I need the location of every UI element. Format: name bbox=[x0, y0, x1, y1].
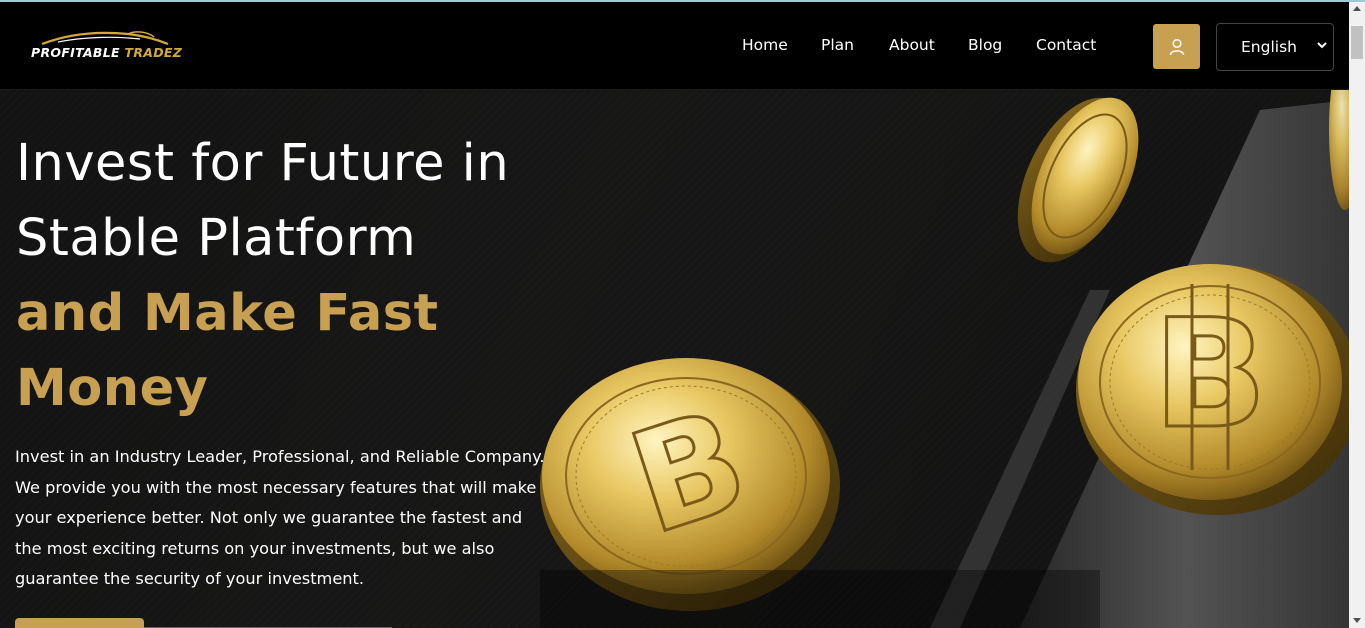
hero-cta-button[interactable] bbox=[15, 618, 144, 628]
page-scrollbar[interactable] bbox=[1349, 2, 1365, 628]
account-button[interactable] bbox=[1153, 24, 1200, 69]
language-select[interactable]: English bbox=[1216, 23, 1334, 71]
language-select-value: English bbox=[1241, 38, 1297, 56]
hero-title-line-4: Money bbox=[16, 359, 209, 418]
site-logo[interactable]: PROFITABLE TRADEZ bbox=[28, 28, 182, 66]
logo-text: PROFITABLE TRADEZ bbox=[31, 45, 183, 60]
nav-home[interactable]: Home bbox=[742, 36, 788, 54]
scroll-up-arrow-icon[interactable] bbox=[1353, 6, 1361, 11]
chevron-down-icon bbox=[1317, 42, 1327, 49]
nav-blog[interactable]: Blog bbox=[968, 36, 1002, 54]
nav-plan[interactable]: Plan bbox=[821, 36, 854, 54]
hero-title-line-2: Stable Platform bbox=[16, 209, 417, 268]
hero-title: Invest for Future in Stable Platform and… bbox=[16, 126, 509, 426]
nav-about[interactable]: About bbox=[889, 36, 935, 54]
scroll-down-arrow-icon[interactable] bbox=[1353, 618, 1361, 623]
hero-description: Invest in an Industry Leader, Profession… bbox=[15, 447, 545, 589]
hero-title-line-3: and Make Fast bbox=[16, 284, 439, 343]
nav-contact[interactable]: Contact bbox=[1036, 36, 1096, 54]
svg-text:B: B bbox=[1153, 288, 1267, 462]
hero-title-line-1: Invest for Future in bbox=[16, 134, 510, 193]
user-icon bbox=[1169, 38, 1184, 55]
site-header: PROFITABLE TRADEZ Home Plan About Blog C… bbox=[0, 2, 1349, 90]
hero-section: B B Invest for Future in Stable Platform… bbox=[0, 90, 1349, 628]
scroll-thumb[interactable] bbox=[1351, 26, 1363, 59]
